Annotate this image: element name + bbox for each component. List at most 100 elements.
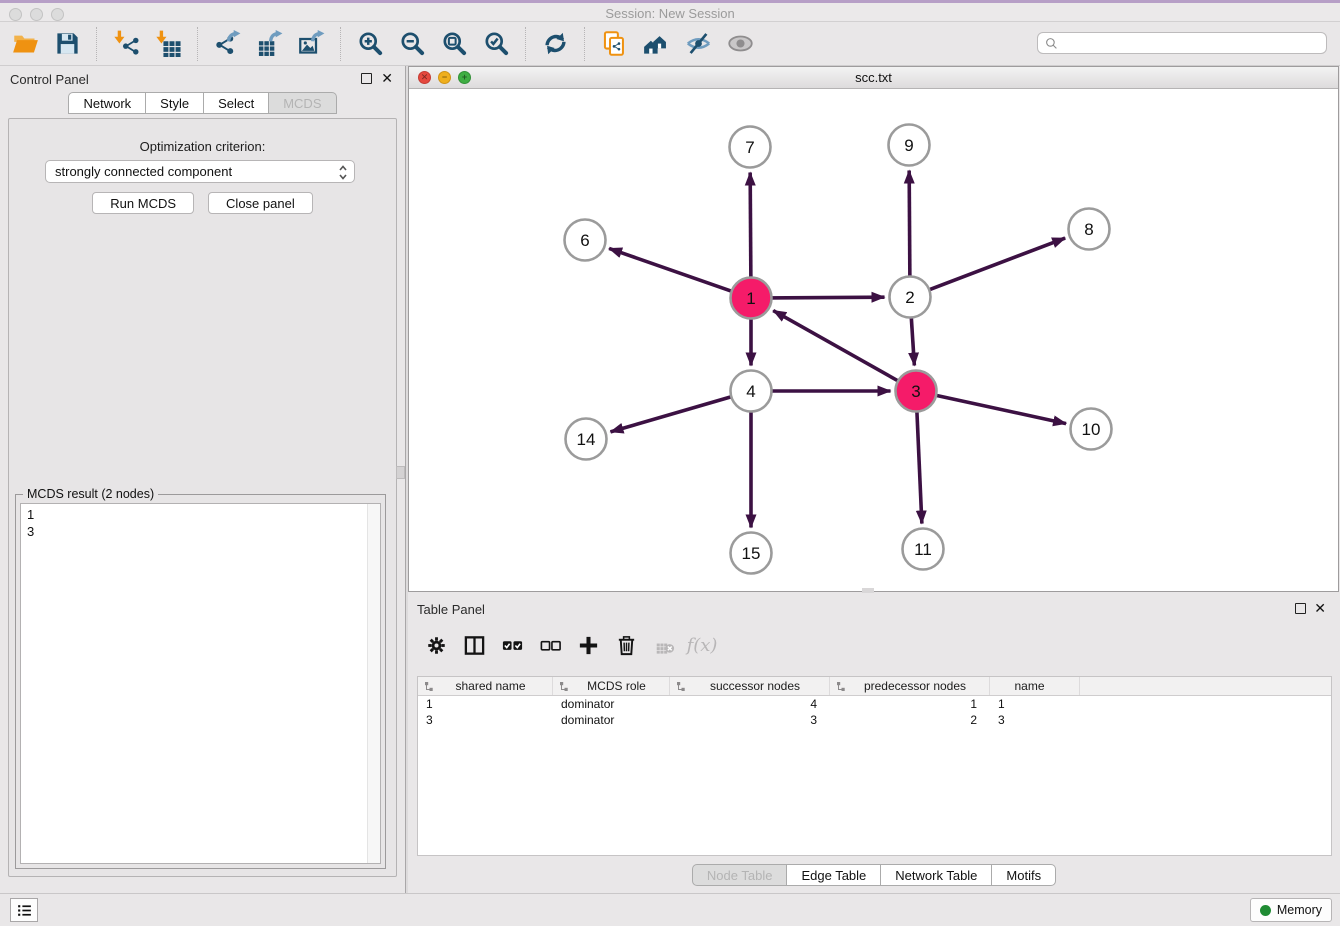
tab-network-table[interactable]: Network Table <box>881 864 992 886</box>
import-network-button[interactable] <box>111 28 141 60</box>
tab-network[interactable]: Network <box>68 92 146 114</box>
zoom-in-button[interactable] <box>355 28 385 60</box>
svg-text:8: 8 <box>1084 220 1093 239</box>
graph-edge-2-3[interactable] <box>911 313 914 365</box>
graph-node-6[interactable]: 6 <box>565 220 606 261</box>
horizontal-splitter-handle[interactable] <box>862 588 874 593</box>
graph-node-7[interactable]: 7 <box>730 127 771 168</box>
zoom-out-icon <box>399 30 426 57</box>
mcds-result-text[interactable]: 1 3 <box>20 503 381 864</box>
column-header-name[interactable]: name <box>990 677 1080 695</box>
table-cell: 4 <box>670 696 830 712</box>
graph-node-10[interactable]: 10 <box>1071 409 1112 450</box>
list-icon <box>16 902 33 919</box>
column-header-predecessor-nodes[interactable]: predecessor nodes <box>830 677 990 695</box>
table-close-panel-icon[interactable]: ✕ <box>1314 600 1326 616</box>
table-toolbar: f(x) <box>417 626 721 664</box>
graph-edge-1-7[interactable] <box>750 172 751 281</box>
table-panel: Table Panel ✕ f(x) shared name MCDS role… <box>408 596 1340 890</box>
zoom-out-button[interactable] <box>397 28 427 60</box>
add-row-button[interactable] <box>573 630 603 660</box>
task-history-button[interactable] <box>10 898 38 922</box>
tab-style[interactable]: Style <box>146 92 204 114</box>
zoom-selected-button[interactable] <box>481 28 511 60</box>
columns-button[interactable] <box>459 630 489 660</box>
export-network-button[interactable] <box>212 28 242 60</box>
graph-edge-3-10[interactable] <box>932 395 1066 424</box>
network-graph-canvas[interactable]: 7 9 6 8 1 2 4 3 14 10 15 11 <box>409 89 1338 591</box>
tab-node-table[interactable]: Node Table <box>692 864 788 886</box>
open-session-button[interactable] <box>10 28 40 60</box>
import-table-button[interactable] <box>153 28 183 60</box>
graph-node-9[interactable]: 9 <box>889 125 930 166</box>
tab-motifs[interactable]: Motifs <box>992 864 1056 886</box>
search-input[interactable] <box>1058 34 1326 52</box>
close-panel-icon[interactable]: ✕ <box>381 70 393 86</box>
tab-edge-table[interactable]: Edge Table <box>787 864 881 886</box>
application-window: Session: New Session Control Panel ✕ Net… <box>0 0 1340 926</box>
graph-edge-2-9[interactable] <box>909 170 910 280</box>
graph-edge-2-8[interactable] <box>925 238 1065 291</box>
svg-text:1: 1 <box>746 289 755 308</box>
svg-text:3: 3 <box>911 382 920 401</box>
export-table-button[interactable] <box>254 28 284 60</box>
run-mcds-button[interactable]: Run MCDS <box>92 192 194 214</box>
graph-edge-3-1[interactable] <box>773 311 901 383</box>
import-table-icon <box>155 30 182 57</box>
table-float-panel-icon[interactable] <box>1295 603 1306 614</box>
graph-node-11[interactable]: 11 <box>903 529 944 570</box>
result-scrollbar[interactable] <box>367 504 380 863</box>
svg-text:15: 15 <box>742 544 761 563</box>
mcds-result-group: MCDS result (2 nodes) 1 3 <box>15 494 386 869</box>
graph-node-1[interactable]: 1 <box>731 278 772 319</box>
delete-row-icon <box>615 634 638 657</box>
graph-edge-4-14[interactable] <box>610 396 735 432</box>
show-panel-button[interactable] <box>725 28 755 60</box>
titlebar: Session: New Session <box>0 0 1340 22</box>
save-session-button[interactable] <box>52 28 82 60</box>
svg-text:7: 7 <box>745 138 754 157</box>
graph-node-3[interactable]: 3 <box>896 371 937 412</box>
tab-mcds[interactable]: MCDS <box>269 92 336 114</box>
export-image-button[interactable] <box>296 28 326 60</box>
export-network-icon <box>214 30 241 57</box>
table-cell: 1 <box>990 696 1080 712</box>
column-header-shared-name[interactable]: shared name <box>418 677 553 695</box>
graph-edge-3-11[interactable] <box>917 407 922 523</box>
refresh-button[interactable] <box>540 28 570 60</box>
deselect-all-button[interactable] <box>535 630 565 660</box>
graph-node-8[interactable]: 8 <box>1069 209 1110 250</box>
close-panel-button[interactable]: Close panel <box>208 192 313 214</box>
select-all-button[interactable] <box>497 630 527 660</box>
clone-network-button[interactable] <box>599 28 629 60</box>
vertical-splitter-handle[interactable] <box>396 466 405 479</box>
zoom-fit-button[interactable] <box>439 28 469 60</box>
graph-node-4[interactable]: 4 <box>731 371 772 412</box>
hide-panel-icon <box>685 30 712 57</box>
graph-edge-1-2[interactable] <box>767 297 884 298</box>
hide-panel-button[interactable] <box>683 28 713 60</box>
node-table: shared name MCDS role successor nodes pr… <box>417 676 1332 856</box>
tab-select[interactable]: Select <box>204 92 269 114</box>
criterion-select[interactable]: strongly connected component <box>45 160 355 183</box>
delete-row-button[interactable] <box>611 630 641 660</box>
column-header-successor-nodes[interactable]: successor nodes <box>670 677 830 695</box>
refresh-icon <box>542 30 569 57</box>
toolbar-separator <box>197 27 198 61</box>
settings-button[interactable] <box>421 630 451 660</box>
memory-status-icon <box>1260 905 1271 916</box>
memory-button[interactable]: Memory <box>1250 898 1332 922</box>
column-header-MCDS-role[interactable]: MCDS role <box>553 677 670 695</box>
float-panel-icon[interactable] <box>361 73 372 84</box>
graph-node-2[interactable]: 2 <box>890 277 931 318</box>
table-row[interactable]: 1dominator411 <box>418 696 1331 712</box>
graph-node-15[interactable]: 15 <box>731 533 772 574</box>
export-table-icon <box>256 30 283 57</box>
graph-edge-1-6[interactable] <box>609 248 735 292</box>
graph-node-14[interactable]: 14 <box>566 419 607 460</box>
column-sort-icon <box>424 681 435 692</box>
add-row-icon <box>577 634 600 657</box>
home-networks-button[interactable] <box>641 28 671 60</box>
table-row[interactable]: 3dominator323 <box>418 712 1331 728</box>
column-sort-icon <box>836 681 847 692</box>
